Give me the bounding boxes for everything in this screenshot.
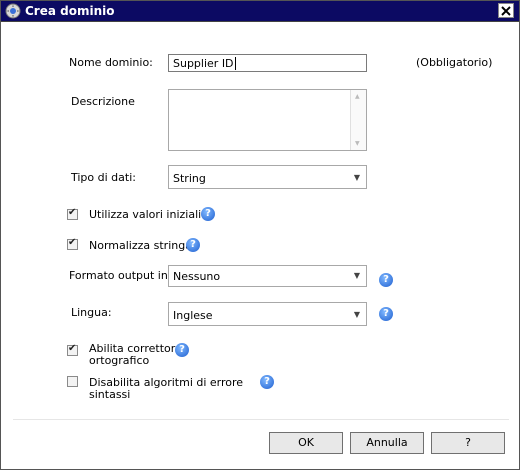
- data-type-select[interactable]: String ▼: [168, 165, 367, 189]
- domain-name-input[interactable]: Supplier ID: [168, 54, 367, 72]
- help-icon[interactable]: ?: [175, 343, 189, 357]
- help-icon[interactable]: ?: [186, 238, 200, 252]
- help-icon[interactable]: ?: [260, 375, 274, 389]
- create-domain-dialog: Crea dominio Nome dominio: Supplier ID (…: [0, 0, 520, 470]
- chevron-down-icon: ▼: [353, 310, 360, 319]
- help-icon[interactable]: ?: [201, 207, 215, 221]
- enable-speller-checkbox[interactable]: ✔: [67, 343, 78, 356]
- output-format-label: Formato output in:: [69, 269, 172, 282]
- checkmark-icon: ✔: [68, 207, 77, 218]
- close-icon: [501, 5, 511, 16]
- help-icon[interactable]: ?: [379, 307, 393, 321]
- data-type-value: String: [173, 172, 206, 185]
- language-label: Lingua:: [71, 306, 112, 319]
- cancel-button[interactable]: Annulla: [350, 432, 424, 454]
- checkmark-icon: ✔: [68, 237, 77, 248]
- enable-speller-label-line2: ortografico: [89, 354, 150, 367]
- app-icon: [5, 3, 21, 19]
- ok-button[interactable]: OK: [269, 432, 343, 454]
- output-format-value: Nessuno: [173, 270, 221, 283]
- use-leading-values-label: Utilizza valori iniziali: [89, 208, 202, 221]
- chevron-down-icon: ▼: [353, 271, 360, 280]
- language-select[interactable]: Inglese ▼: [168, 302, 367, 326]
- text-caret: [234, 57, 236, 70]
- divider: [13, 419, 509, 420]
- domain-name-value: Supplier ID: [173, 57, 234, 70]
- scroll-down-icon[interactable]: ▼: [355, 140, 360, 147]
- help-icon[interactable]: ?: [379, 273, 393, 287]
- domain-name-label: Nome dominio:: [69, 56, 153, 69]
- use-leading-values-checkbox[interactable]: ✔: [67, 207, 78, 220]
- normalize-string-label: Normalizza stringa: [89, 239, 192, 252]
- data-type-label: Tipo di dati:: [71, 171, 136, 184]
- chevron-down-icon: ▼: [353, 173, 360, 182]
- disable-syntax-label-line2: sintassi: [89, 388, 131, 401]
- scroll-up-icon[interactable]: ▲: [355, 93, 360, 100]
- dialog-title: Crea dominio: [25, 4, 115, 18]
- normalize-string-checkbox[interactable]: ✔: [67, 237, 78, 250]
- description-textarea[interactable]: ▲ ▼: [168, 89, 367, 151]
- description-scrollbar[interactable]: ▲ ▼: [350, 90, 366, 150]
- output-format-select[interactable]: Nessuno ▼: [168, 265, 367, 287]
- language-value: Inglese: [173, 309, 213, 322]
- description-label: Descrizione: [71, 95, 135, 108]
- close-button[interactable]: [498, 3, 514, 18]
- checkmark-icon: ✔: [68, 343, 77, 354]
- required-note: (Obbligatorio): [416, 56, 493, 69]
- help-button[interactable]: ?: [431, 432, 505, 454]
- title-bar: Crea dominio: [1, 1, 519, 22]
- disable-syntax-checkbox[interactable]: [67, 376, 78, 387]
